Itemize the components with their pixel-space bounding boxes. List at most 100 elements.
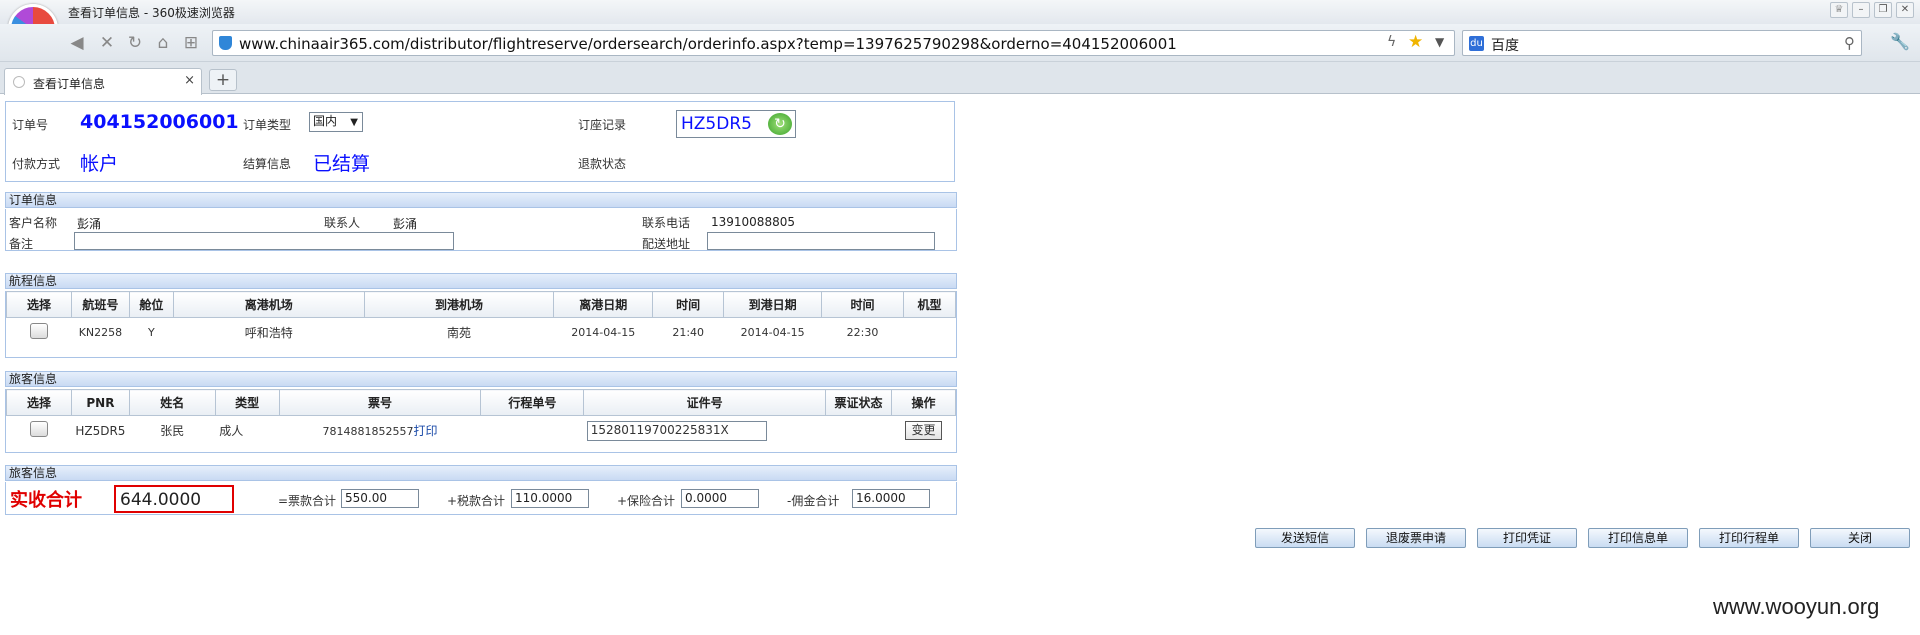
window-title-bar: 查看订单信息 - 360极速浏览器 ♕ – ❐ ✕ (0, 0, 1920, 24)
print-ticket-link[interactable]: 打印 (414, 424, 438, 438)
order-type-label: 订单类型 (243, 118, 292, 132)
col-arrive-airport: 到港机场 (363, 291, 555, 318)
security-shield-icon (219, 36, 232, 50)
type-cell: 成人 (215, 415, 280, 446)
order-no-label: 订单号 (12, 118, 49, 132)
col-id-no: 证件号 (583, 389, 827, 416)
commission-input[interactable]: 16.0000 (852, 489, 930, 508)
stop-icon[interactable]: ✕ (96, 32, 118, 54)
row-checkbox[interactable] (29, 421, 48, 438)
wrench-icon[interactable]: 🔧 (1890, 32, 1910, 51)
row-checkbox[interactable] (29, 323, 48, 340)
table-row: KN2258 Y 呼和浩特 南苑 2014-04-15 21:40 2014-0… (6, 317, 956, 348)
maximize-icon[interactable]: ❐ (1874, 2, 1892, 18)
app-grid-icon[interactable]: ⊞ (180, 32, 202, 54)
tax-input[interactable]: 110.0000 (511, 489, 589, 508)
arrive-airport-cell: 南苑 (364, 317, 554, 348)
insurance-input[interactable]: 0.0000 (681, 489, 759, 508)
back-arrow-icon[interactable]: ◀ (66, 32, 88, 54)
url-text[interactable]: www.chinaair365.com/distributor/flightre… (239, 35, 1177, 53)
col-depart-time: 时间 (652, 291, 725, 318)
id-no-input[interactable]: 15280119700225831X (586, 420, 767, 441)
pnr-box[interactable]: HZ5DR5 ↻ (676, 110, 796, 138)
order-type-value: 国内 (313, 114, 338, 128)
fare-label: =票款合计 (278, 494, 337, 508)
col-depart-airport: 离港机场 (172, 291, 365, 318)
bookmark-star-icon[interactable]: ★ (1408, 32, 1423, 52)
refund-label: 退款状态 (578, 157, 627, 171)
pnr-value: HZ5DR5 (681, 114, 752, 134)
search-box[interactable]: du 百度 ⚲ (1462, 30, 1862, 56)
arrive-date-cell: 2014-04-15 (723, 317, 822, 348)
table-row: HZ5DR5 张民 成人 7814881852557打印 15280119700… (6, 415, 956, 446)
customer-label: 客户名称 (9, 216, 58, 230)
order-type-select[interactable]: 国内 ▼ (309, 112, 363, 132)
home-icon[interactable]: ⌂ (152, 32, 174, 54)
col-ticket-no: 票号 (278, 389, 482, 416)
refund-request-button[interactable]: 退废票申请 (1366, 528, 1466, 548)
arrive-time-cell: 22:30 (821, 317, 904, 348)
customer-value: 彭涌 (77, 217, 102, 231)
contact-label: 联系人 (324, 216, 361, 230)
window-title: 查看订单信息 - 360极速浏览器 (68, 6, 235, 20)
chevron-down-icon[interactable]: ▼ (1435, 35, 1444, 49)
skin-icon[interactable]: ♕ (1830, 2, 1848, 18)
col-flight-no: 航班号 (70, 291, 130, 318)
ticket-status-cell (825, 415, 892, 446)
action-cell: 变更 (891, 415, 956, 446)
passenger-table: 选择 PNR 姓名 类型 票号 行程单号 证件号 票证状态 操作 HZ5DR5 … (6, 389, 956, 446)
address-bar[interactable]: www.chinaair365.com/distributor/flightre… (212, 30, 1455, 56)
col-aircraft: 机型 (902, 291, 957, 318)
flight-info-title: 航程信息 (5, 273, 957, 289)
name-cell: 张民 (129, 415, 216, 446)
passenger-info-box: 选择 PNR 姓名 类型 票号 行程单号 证件号 票证状态 操作 HZ5DR5 … (5, 389, 957, 453)
search-engine-icon[interactable]: du (1469, 36, 1484, 51)
settle-label: 结算信息 (243, 157, 292, 171)
new-tab-button[interactable]: + (209, 69, 237, 91)
tab-bar: 查看订单信息 × + (0, 62, 1920, 95)
order-header-box: 订单号 404152006001 订单类型 国内 ▼ 订座记录 HZ5DR5 ↻… (5, 101, 955, 182)
minimize-icon[interactable]: – (1852, 2, 1870, 18)
col-cabin: 舱位 (128, 291, 174, 318)
tab-label: 查看订单信息 (33, 77, 106, 91)
remark-label: 备注 (9, 237, 34, 251)
close-button[interactable]: 关闭 (1810, 528, 1910, 548)
flight-table-header: 选择 航班号 舱位 离港机场 到港机场 离港日期 时间 到港日期 时间 机型 (6, 291, 957, 318)
order-info-box: 客户名称 彭涌 联系人 彭涌 联系电话 13910088805 备注 配送地址 (5, 209, 957, 251)
itinerary-no-cell (480, 415, 584, 446)
send-sms-button[interactable]: 发送短信 (1255, 528, 1355, 548)
search-icon[interactable]: ⚲ (1844, 34, 1855, 52)
passenger-info-title: 旅客信息 (5, 371, 957, 387)
print-itinerary-button[interactable]: 打印行程单 (1699, 528, 1799, 548)
chevron-down-icon: ▼ (350, 117, 358, 128)
tab-order-info[interactable]: 查看订单信息 × (4, 68, 202, 95)
print-info-sheet-button[interactable]: 打印信息单 (1588, 528, 1688, 548)
refresh-pnr-icon[interactable]: ↻ (768, 113, 792, 135)
passenger-table-header: 选择 PNR 姓名 类型 票号 行程单号 证件号 票证状态 操作 (6, 389, 956, 416)
change-button[interactable]: 变更 (905, 421, 942, 441)
insurance-label: +保险合计 (617, 494, 676, 508)
close-icon[interactable]: ✕ (1896, 2, 1914, 18)
depart-time-cell: 21:40 (652, 317, 724, 348)
contact-value: 彭涌 (393, 217, 418, 231)
phone-label: 联系电话 (642, 216, 691, 230)
flight-no-cell: KN2258 (71, 317, 130, 348)
remark-input[interactable] (74, 232, 454, 250)
fare-input[interactable]: 550.00 (341, 489, 419, 508)
col-arrive-time: 时间 (821, 291, 904, 318)
col-type: 类型 (214, 389, 280, 416)
row-select-cell (6, 317, 72, 348)
total-input[interactable]: 644.0000 (114, 485, 234, 513)
search-engine-name: 百度 (1491, 38, 1519, 54)
depart-airport-cell: 呼和浩特 (173, 317, 365, 348)
col-ticket-status: 票证状态 (825, 389, 892, 416)
tab-close-icon[interactable]: × (184, 73, 195, 88)
col-action: 操作 (891, 389, 956, 416)
address-input[interactable] (707, 232, 935, 250)
payment-info-box: 实收合计 644.0000 =票款合计 550.00 +税款合计 110.000… (5, 482, 957, 515)
order-info-title: 订单信息 (5, 192, 957, 208)
print-voucher-button[interactable]: 打印凭证 (1477, 528, 1577, 548)
lightning-icon[interactable]: ϟ (1387, 34, 1396, 50)
refresh-icon[interactable]: ↻ (124, 32, 146, 54)
navigation-bar: ◀ ✕ ↻ ⌂ ⊞ www.chinaair365.com/distributo… (0, 24, 1920, 62)
